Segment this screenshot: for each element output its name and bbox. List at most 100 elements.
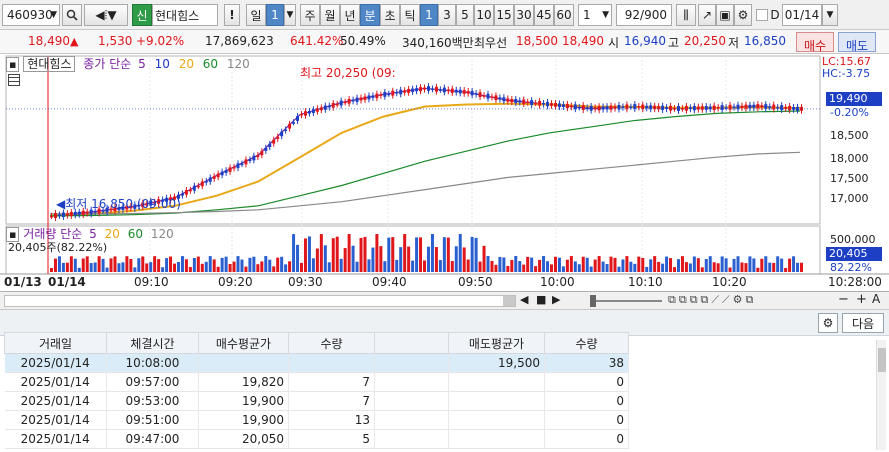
volume-bar [395, 259, 399, 272]
gear-icon: ⚙ [737, 8, 749, 22]
scroll-thumb[interactable] [503, 296, 515, 306]
sell-button[interactable]: 매도 [838, 32, 876, 53]
candle-body [355, 97, 359, 102]
period-month[interactable]: 월 [320, 4, 340, 26]
col-sell-avg[interactable]: 매도평균가 [448, 332, 545, 354]
scroll-left-button[interactable]: ◀ [520, 293, 528, 306]
price-chart-panel[interactable]: ▪ 현대힘스 종가 단순 5 10 20 60 120 최고 20,250 (0… [0, 54, 889, 292]
minute-30[interactable]: 30 [514, 4, 534, 26]
candle-body [296, 116, 300, 121]
candle-body [724, 107, 728, 109]
col-buy-avg[interactable]: 매수평균가 [198, 332, 289, 354]
candle-body [307, 111, 311, 114]
table-scrollbar[interactable] [876, 340, 886, 450]
candle-body [236, 163, 240, 169]
draw-tool-button[interactable]: ↗ [698, 4, 716, 26]
alert-button[interactable]: ! [224, 4, 240, 26]
volume-bar [248, 257, 252, 272]
volume-bar [161, 267, 165, 272]
table-row[interactable]: 2025/01/14 09:51:00 19,900 13 0 [4, 410, 629, 430]
volume-bar [450, 261, 454, 272]
date-dropdown[interactable]: ▼ [822, 4, 838, 26]
buy-button[interactable]: 매수 [796, 32, 834, 53]
col-exec-time[interactable]: 체결시간 [106, 332, 199, 354]
col-trade-date[interactable]: 거래일 [4, 332, 107, 354]
volume-bar [641, 257, 645, 272]
interval-select[interactable]: 1 ▼ [578, 4, 612, 26]
minute-15[interactable]: 15 [494, 4, 514, 26]
volume-bar [212, 259, 216, 272]
volume-bar [506, 265, 510, 272]
minute-10[interactable]: 10 [474, 4, 494, 26]
period-week[interactable]: 주 [300, 4, 320, 26]
period-day-count[interactable]: 1 [266, 4, 284, 26]
search-button[interactable] [62, 4, 82, 26]
volume-bar [498, 256, 502, 272]
zoom-in-button[interactable]: + [856, 292, 867, 307]
x-label-0113: 01/13 [4, 275, 42, 289]
zoom-slider-handle[interactable] [590, 295, 596, 307]
volume-bar [208, 256, 212, 272]
date-checkbox-text: D [770, 8, 780, 22]
minute-1[interactable]: 1 [420, 4, 438, 26]
price-chart[interactable] [0, 54, 889, 292]
panel-settings-button[interactable]: ⚙ [818, 313, 838, 333]
minute-60[interactable]: 60 [554, 4, 574, 26]
table-row[interactable]: 2025/01/14 09:57:00 19,820 7 0 [4, 372, 629, 392]
period-second[interactable]: 초 [380, 4, 400, 26]
minute-3[interactable]: 3 [438, 4, 456, 26]
candle-body [784, 107, 788, 109]
chart-type-button[interactable]: ⫼ [676, 4, 696, 26]
col-buy-qty[interactable]: 수량 [288, 332, 375, 354]
volume-bar [426, 246, 430, 272]
col-sell-qty[interactable]: 수량 [544, 332, 629, 354]
period-day[interactable]: 일 [246, 4, 266, 26]
save-button[interactable]: ▣ [716, 4, 734, 26]
volume-bar [331, 238, 335, 272]
candle-body [597, 106, 601, 111]
font-size-button[interactable]: A [872, 292, 880, 306]
stock-name-field[interactable]: 현대힘스 [152, 4, 218, 26]
volume-bar [244, 266, 248, 272]
zoom-slider[interactable] [590, 295, 662, 307]
scroll-right-button[interactable]: ▶ [552, 293, 560, 306]
period-year[interactable]: 년 [340, 4, 360, 26]
table-row[interactable]: 2025/01/14 10:08:00 19,500 38 [4, 353, 629, 373]
page-counter-field[interactable]: 92/900 [616, 4, 672, 26]
date-field[interactable]: 01/14 [782, 4, 822, 26]
volume-bar [665, 256, 669, 272]
period-dropdown[interactable]: ▼ [284, 4, 296, 26]
candle-body [502, 97, 506, 102]
cell-date: 2025/01/14 [4, 429, 107, 449]
candle-body [450, 88, 454, 93]
scroll-stop-button[interactable]: ■ [536, 293, 546, 306]
cell-buy-avg: 19,900 [198, 410, 289, 430]
volume-bar [192, 258, 196, 272]
tool-icons[interactable]: ⧉⧉⧉⧉⟋⟋⚙⧉ [668, 293, 756, 307]
table-row[interactable]: 2025/01/14 09:47:00 20,050 5 0 [4, 429, 629, 449]
zoom-out-button[interactable]: − [838, 292, 849, 307]
period-day-count-label: 1 [271, 8, 279, 22]
period-minute-label: 분 [364, 8, 376, 23]
period-tick[interactable]: 틱 [400, 4, 420, 26]
cell-time: 09:57:00 [106, 372, 199, 392]
stock-code-input[interactable]: 460930 ▼ [2, 4, 60, 26]
col-blank[interactable] [374, 332, 449, 354]
chart-scrollbar[interactable] [4, 295, 516, 307]
grid-icon[interactable] [8, 74, 20, 89]
table-scroll-thumb[interactable] [878, 348, 886, 372]
period-minute[interactable]: 분 [360, 4, 380, 26]
minute-5[interactable]: 5 [456, 4, 474, 26]
volume-bar [264, 256, 268, 272]
minute-45[interactable]: 45 [534, 4, 554, 26]
table-row[interactable]: 2025/01/14 09:53:00 19,900 7 0 [4, 391, 629, 411]
cell-sell-avg [448, 372, 545, 392]
date-checkbox[interactable] [756, 9, 768, 21]
volume-bar [502, 257, 506, 272]
settings-button[interactable]: ⚙ [734, 4, 752, 26]
high-annotation: 최고 20,250 (09: [300, 66, 396, 80]
volume-bar [538, 259, 542, 272]
stock-nav-button[interactable]: ◀⦙▼ [84, 4, 128, 26]
next-button[interactable]: 다음 [842, 313, 884, 333]
cell-buy-qty: 7 [288, 391, 375, 411]
